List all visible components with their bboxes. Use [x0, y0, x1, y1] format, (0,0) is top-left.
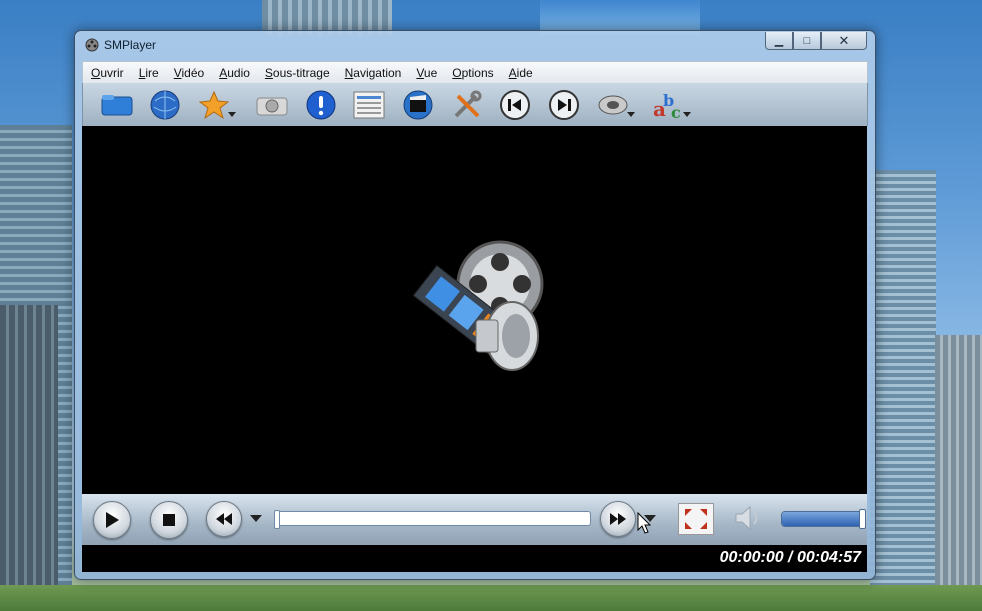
previous-icon	[500, 90, 530, 120]
smplayer-app-icon	[85, 38, 99, 52]
menu-options[interactable]: Options	[444, 66, 500, 80]
desktop-building	[0, 305, 58, 611]
time-separator: /	[783, 549, 797, 566]
menu-aide[interactable]: Aide	[501, 66, 540, 80]
globe-icon	[150, 90, 180, 120]
desktop-building	[935, 335, 982, 611]
menu-audio[interactable]: Audio	[211, 66, 257, 80]
preferences-tools-icon	[454, 90, 482, 118]
menu-lire[interactable]: Lire	[131, 66, 166, 80]
svg-text:c: c	[671, 103, 681, 121]
info-button[interactable]	[303, 87, 339, 123]
menu-navigation[interactable]: Navigation	[337, 66, 409, 80]
open-url-button[interactable]	[147, 87, 183, 123]
next-button[interactable]	[546, 87, 582, 123]
volume-slider[interactable]	[781, 509, 866, 529]
menu-ouvrir[interactable]: Ouvrir	[83, 66, 131, 80]
menu-video[interactable]: Vidéo	[166, 66, 211, 80]
rewind-menu-chevron-down-icon[interactable]	[250, 515, 262, 522]
menu-bar: Ouvrir Lire Vidéo Audio Sous-titrage Nav…	[82, 61, 868, 84]
forward-button[interactable]	[600, 501, 636, 537]
fullscreen-button[interactable]	[678, 503, 714, 535]
time-display: 00:00:00 / 00:04:57	[720, 549, 861, 567]
play-icon	[106, 512, 119, 528]
maximize-button[interactable]: □	[793, 32, 821, 50]
audio-track-icon	[598, 95, 628, 115]
favorites-button[interactable]	[196, 87, 236, 123]
chevron-down-icon	[228, 112, 236, 117]
open-file-button[interactable]	[99, 87, 135, 123]
desktop-trees	[0, 585, 982, 611]
volume-level	[782, 512, 862, 526]
close-button[interactable]: ✕	[821, 32, 867, 50]
current-time: 00:00:00	[719, 549, 784, 566]
stop-icon	[163, 514, 175, 526]
subtitles-button[interactable]: abc	[651, 87, 691, 123]
chevron-down-icon	[627, 112, 635, 117]
desktop-building	[870, 170, 936, 611]
close-icon: ✕	[838, 32, 850, 48]
maximize-icon: □	[803, 34, 811, 47]
chevron-down-icon	[683, 112, 691, 117]
favorites-star-icon	[199, 90, 229, 120]
seek-handle[interactable]	[274, 510, 280, 529]
video-display[interactable]	[82, 126, 867, 494]
preferences-button[interactable]	[449, 87, 485, 123]
folder-icon	[101, 95, 133, 116]
smplayer-logo-icon	[412, 240, 544, 371]
fullscreen-icon	[685, 509, 707, 529]
seek-bar[interactable]	[274, 510, 591, 529]
video-settings-icon	[403, 90, 433, 120]
playlist-icon	[353, 91, 385, 119]
rewind-icon	[216, 513, 232, 525]
screenshot-camera-icon	[256, 97, 288, 116]
rewind-button[interactable]	[206, 501, 242, 537]
info-icon	[306, 90, 336, 120]
menu-sous-titrage[interactable]: Sous-titrage	[257, 66, 337, 80]
toolbar: abc	[82, 83, 868, 126]
menu-vue[interactable]: Vue	[408, 66, 444, 80]
next-icon	[549, 90, 579, 120]
window-title: SMPlayer	[104, 38, 157, 52]
previous-button[interactable]	[497, 87, 533, 123]
total-time: 00:04:57	[796, 549, 861, 566]
mouse-cursor-icon	[637, 512, 651, 534]
volume-handle[interactable]	[859, 509, 866, 529]
speaker-icon	[735, 505, 758, 531]
screenshot-button[interactable]	[254, 87, 290, 123]
smplayer-window: SMPlayer ▁ □ ✕ Ouvrir Lire Vidéo Audio S…	[74, 30, 876, 580]
status-bar: 00:00:00 / 00:04:57	[82, 545, 867, 572]
fast-forward-icon	[610, 513, 626, 525]
control-bar	[82, 494, 867, 545]
video-equalizer-button[interactable]	[400, 87, 436, 123]
stop-button[interactable]	[150, 501, 188, 539]
mute-button[interactable]	[732, 503, 762, 533]
subtitles-abc-icon: abc	[653, 91, 681, 121]
play-button[interactable]	[93, 501, 131, 539]
audio-track-button[interactable]	[595, 87, 635, 123]
playlist-button[interactable]	[351, 87, 387, 123]
minimize-icon: ▁	[774, 35, 784, 47]
title-bar[interactable]: SMPlayer ▁ □ ✕	[75, 31, 875, 59]
minimize-button[interactable]: ▁	[765, 32, 793, 50]
